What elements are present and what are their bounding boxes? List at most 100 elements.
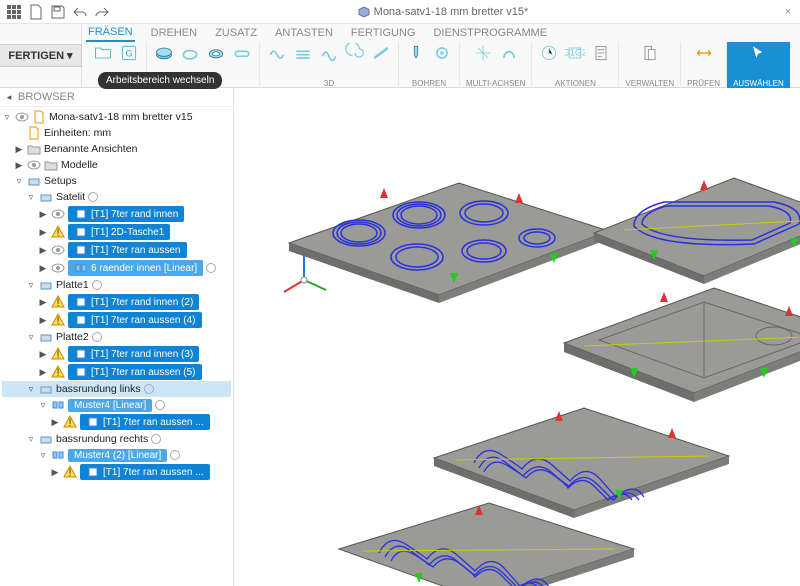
- tab-antasten[interactable]: ANTASTEN: [273, 25, 335, 41]
- slot-icon[interactable]: [231, 42, 253, 64]
- ramp-icon[interactable]: [370, 42, 392, 64]
- setup-node[interactable]: bassrundung rechts: [56, 433, 148, 445]
- pattern-pill[interactable]: Muster4 (2) [Linear]: [68, 449, 167, 462]
- eye-icon[interactable]: [27, 158, 41, 172]
- setup-node[interactable]: Satelit: [56, 191, 85, 203]
- manage-icon[interactable]: [639, 42, 661, 64]
- radio[interactable]: [170, 450, 180, 460]
- face-icon[interactable]: [153, 42, 175, 64]
- op-pill[interactable]: [T1] 7ter rand innen: [68, 206, 184, 222]
- expand-toggle[interactable]: ▿: [2, 112, 12, 122]
- radio[interactable]: [92, 280, 102, 290]
- expand-toggle[interactable]: ▶: [38, 209, 48, 219]
- radio[interactable]: [88, 192, 98, 202]
- postprocess-icon[interactable]: [590, 42, 612, 64]
- tab-drehen[interactable]: DREHEN: [149, 25, 199, 41]
- tab-dienstprogramme[interactable]: DIENSTPROGRAMME: [431, 25, 549, 41]
- file-icon[interactable]: [28, 4, 44, 20]
- units-node[interactable]: Einheiten: mm: [44, 127, 111, 139]
- root-node[interactable]: Mona-satv1-18 mm bretter v15: [49, 111, 193, 123]
- eye-icon[interactable]: [51, 207, 65, 221]
- radio[interactable]: [151, 434, 161, 444]
- radio[interactable]: [144, 384, 154, 394]
- op-pill[interactable]: [T1] 7ter ran aussen: [68, 242, 187, 258]
- op-pill[interactable]: [T1] 7ter rand innen (3): [68, 346, 199, 362]
- expand-toggle[interactable]: ▶: [38, 263, 48, 273]
- op-pill[interactable]: [T1] 7ter ran aussen ...: [80, 414, 210, 430]
- tab-fraesen[interactable]: FRÄSEN: [86, 24, 135, 42]
- eye-icon[interactable]: [15, 110, 29, 124]
- adaptive-icon[interactable]: [266, 42, 288, 64]
- radio[interactable]: [206, 263, 216, 273]
- setups-node[interactable]: Setups: [44, 175, 77, 187]
- expand-toggle[interactable]: ▿: [26, 434, 36, 444]
- browser-tree[interactable]: ▿ Mona-satv1-18 mm bretter v15 Einheiten: …: [0, 107, 233, 483]
- expand-toggle[interactable]: ▶: [38, 367, 48, 377]
- setup-node[interactable]: Platte1: [56, 279, 89, 291]
- swarf-icon[interactable]: [498, 42, 520, 64]
- group-3d[interactable]: 3D: [324, 79, 334, 88]
- gcode-icon[interactable]: G: [118, 42, 140, 64]
- named-views-node[interactable]: Benannte Ansichten: [44, 143, 137, 155]
- eye-icon[interactable]: [51, 261, 65, 275]
- group-verwalten[interactable]: VERWALTEN: [625, 79, 674, 88]
- pattern-pill[interactable]: Muster4 [Linear]: [68, 399, 152, 412]
- expand-toggle[interactable]: ▿: [26, 332, 36, 342]
- expand-toggle[interactable]: ▿: [26, 192, 36, 202]
- expand-toggle[interactable]: ▶: [38, 349, 48, 359]
- workspace-button[interactable]: FERTIGEN▾: [0, 44, 82, 67]
- multiaxis-icon[interactable]: [472, 42, 494, 64]
- undo-icon[interactable]: [72, 4, 88, 20]
- tab-zusatz[interactable]: ZUSATZ: [213, 25, 259, 41]
- expand-toggle[interactable]: ▶: [38, 297, 48, 307]
- expand-toggle[interactable]: ▿: [38, 400, 48, 410]
- redo-icon[interactable]: [94, 4, 110, 20]
- group-aktionen[interactable]: AKTIONEN: [555, 79, 596, 88]
- close-button[interactable]: ×: [776, 6, 800, 18]
- generate-icon[interactable]: [538, 42, 560, 64]
- expand-toggle[interactable]: ▶: [38, 315, 48, 325]
- models-node[interactable]: Modelle: [61, 159, 98, 171]
- op-pill[interactable]: [T1] 7ter ran aussen (4): [68, 312, 202, 328]
- group-auswahlen[interactable]: AUSWÄHLEN: [733, 79, 784, 88]
- expand-toggle[interactable]: ▶: [38, 227, 48, 237]
- inspect-icon[interactable]: [693, 42, 715, 64]
- pocket-icon[interactable]: [205, 42, 227, 64]
- expand-toggle[interactable]: ▿: [38, 450, 48, 460]
- pattern-pill[interactable]: 6 raender innen [Linear]: [68, 260, 203, 276]
- op-pill[interactable]: [T1] 7ter rand innen (2): [68, 294, 199, 310]
- simulate-icon[interactable]: G1G2: [564, 42, 586, 64]
- setup-node[interactable]: Platte2: [56, 331, 89, 343]
- expand-toggle[interactable]: ▿: [26, 384, 36, 394]
- contour-icon[interactable]: [179, 42, 201, 64]
- viewport-3d[interactable]: z: [234, 88, 800, 586]
- expand-toggle[interactable]: ▶: [38, 245, 48, 255]
- folder-icon[interactable]: [92, 42, 114, 64]
- setup-node[interactable]: bassrundung links: [56, 383, 141, 395]
- select-icon[interactable]: [747, 42, 769, 64]
- op-pill[interactable]: [T1] 2D-Tasche1: [68, 224, 170, 240]
- drill-icon[interactable]: [405, 42, 427, 64]
- app-menu-icon[interactable]: [6, 4, 22, 20]
- expand-toggle[interactable]: ▿: [26, 280, 36, 290]
- op-pill[interactable]: [T1] 7ter ran aussen ...: [80, 464, 210, 480]
- expand-toggle[interactable]: ▶: [14, 144, 24, 154]
- save-icon[interactable]: [50, 4, 66, 20]
- bore-icon[interactable]: [431, 42, 453, 64]
- expand-toggle[interactable]: ▶: [50, 417, 60, 427]
- browser-collapse[interactable]: ◂: [4, 92, 14, 102]
- expand-toggle[interactable]: ▶: [50, 467, 60, 477]
- expand-toggle[interactable]: ▶: [14, 160, 24, 170]
- group-pruefen[interactable]: PRÜFEN: [687, 79, 720, 88]
- radio[interactable]: [92, 332, 102, 342]
- scallop-icon[interactable]: [318, 42, 340, 64]
- radio[interactable]: [155, 400, 165, 410]
- group-bohren[interactable]: BOHREN: [412, 79, 446, 88]
- eye-icon[interactable]: [51, 243, 65, 257]
- group-multi[interactable]: MULTI-ACHSEN: [466, 79, 525, 88]
- op-pill[interactable]: [T1] 7ter ran aussen (5): [68, 364, 202, 380]
- parallel-icon[interactable]: [292, 42, 314, 64]
- spiral-icon[interactable]: [344, 42, 366, 64]
- tab-fertigung[interactable]: FERTIGUNG: [349, 25, 418, 41]
- expand-toggle[interactable]: ▿: [14, 176, 24, 186]
